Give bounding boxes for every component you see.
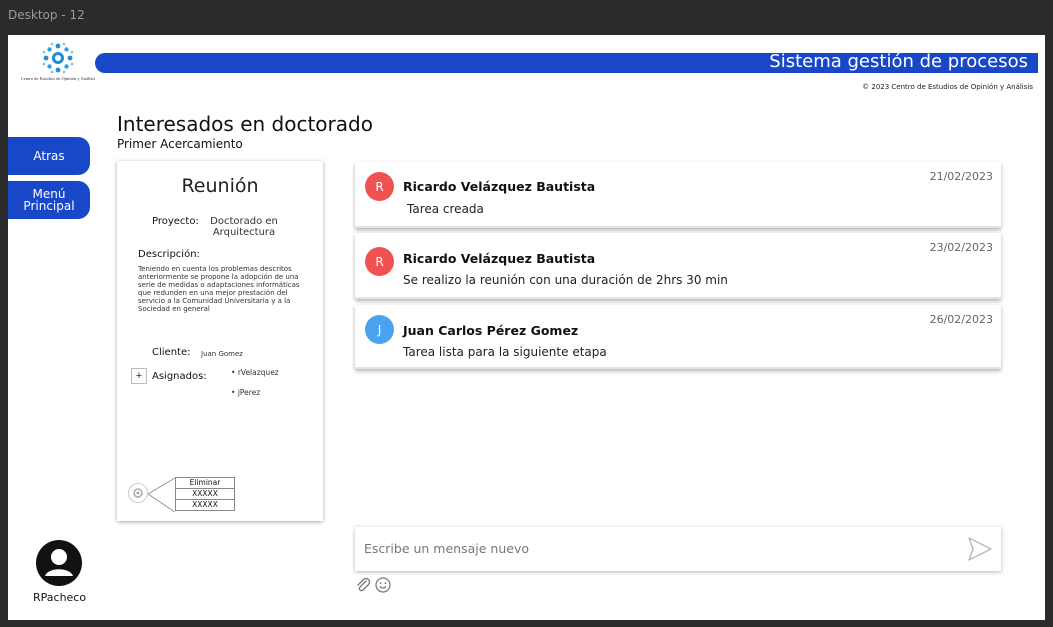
card-title: Reunión bbox=[181, 175, 259, 197]
assignee-item: rVelazquez bbox=[231, 368, 279, 377]
assignee-list: rVelazquez jPerez bbox=[231, 368, 279, 408]
message-input[interactable] bbox=[364, 541, 924, 556]
assignee-item: jPerez bbox=[231, 388, 279, 397]
options-gear-icon[interactable] bbox=[128, 483, 148, 503]
callout-lines bbox=[148, 477, 176, 513]
message-composer bbox=[355, 527, 1001, 571]
client-label: Cliente: bbox=[152, 347, 191, 358]
message-author: Ricardo Velázquez Bautista bbox=[403, 251, 596, 266]
logo-text: Centro de Estudios de Opinión y Análisis bbox=[20, 76, 96, 81]
user-avatar-icon[interactable] bbox=[36, 540, 82, 591]
description-label: Descripción: bbox=[138, 249, 200, 260]
add-assignee-button[interactable]: + bbox=[131, 368, 147, 384]
message-date: 23/02/2023 bbox=[929, 241, 993, 254]
description-text: Teniendo en cuenta los problemas descrit… bbox=[138, 265, 300, 313]
logo: Centro de Estudios de Opinión y Análisis bbox=[20, 41, 96, 97]
project-label: Proyecto: bbox=[152, 216, 199, 227]
message-avatar: J bbox=[365, 315, 394, 344]
copyright: © 2023 Centro de Estudios de Opinión y A… bbox=[862, 83, 1033, 91]
meeting-card: Reunión Proyecto: Doctorado en Arquitect… bbox=[117, 161, 323, 521]
window-title: Desktop - 12 bbox=[8, 8, 85, 22]
paperclip-icon[interactable] bbox=[355, 577, 371, 593]
app-canvas: Centro de Estudios de Opinión y Análisis… bbox=[8, 35, 1045, 620]
message-avatar: R bbox=[365, 172, 394, 201]
message-avatar: R bbox=[365, 247, 394, 276]
main-menu-button[interactable]: Menú Principal bbox=[8, 181, 90, 219]
menu-item[interactable]: XXXXX bbox=[175, 499, 235, 511]
message-item: R Ricardo Velázquez Bautista Se realizo … bbox=[355, 233, 1001, 299]
message-date: 26/02/2023 bbox=[929, 313, 993, 326]
message-text: Tarea lista para la siguiente etapa bbox=[403, 345, 607, 359]
smiley-icon[interactable] bbox=[375, 577, 391, 593]
assigned-label: Asignados: bbox=[152, 371, 207, 382]
message-item: R Ricardo Velázquez Bautista Tarea cread… bbox=[355, 162, 1001, 228]
system-title: Sistema gestión de procesos bbox=[769, 51, 1028, 72]
logo-icon bbox=[42, 42, 74, 74]
context-menu: Eliminar XXXXX XXXXX bbox=[175, 477, 235, 511]
client-value: Juan Gomez bbox=[201, 350, 243, 358]
message-text: Tarea creada bbox=[407, 202, 484, 216]
page-title: Interesados en doctorado bbox=[117, 112, 373, 136]
message-author: Juan Carlos Pérez Gomez bbox=[403, 323, 579, 338]
page-subtitle: Primer Acercamiento bbox=[117, 137, 243, 151]
message-text: Se realizo la reunión con una duración d… bbox=[403, 273, 728, 287]
message-item: J Juan Carlos Pérez Gomez Tarea lista pa… bbox=[355, 305, 1001, 369]
project-value: Doctorado en Arquitectura bbox=[210, 216, 278, 238]
header-bar: Sistema gestión de procesos bbox=[95, 51, 1038, 73]
composer-tools bbox=[355, 577, 391, 593]
back-button[interactable]: Atras bbox=[8, 137, 90, 175]
message-author: Ricardo Velázquez Bautista bbox=[403, 179, 596, 194]
user-name: RPacheco bbox=[33, 591, 87, 604]
send-icon[interactable] bbox=[967, 536, 993, 562]
message-date: 21/02/2023 bbox=[929, 170, 993, 183]
